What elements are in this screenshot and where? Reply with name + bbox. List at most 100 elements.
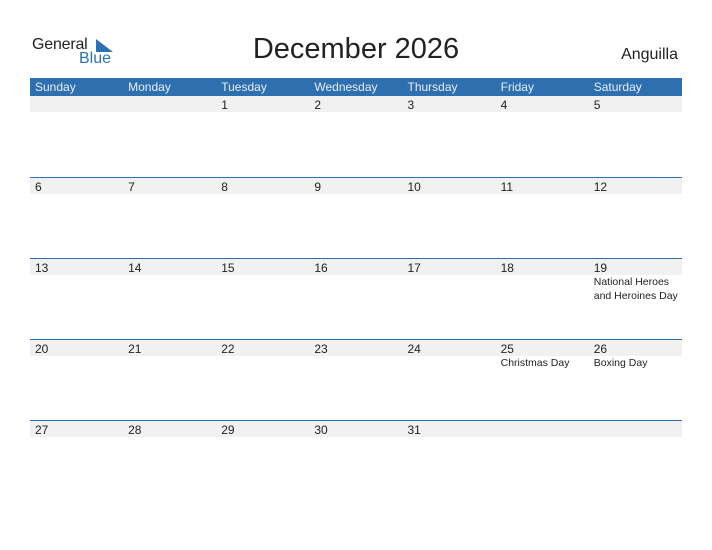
day-number: 6 — [35, 180, 42, 194]
holiday-label — [216, 437, 309, 438]
holiday-label — [30, 275, 123, 303]
holiday-label — [123, 356, 216, 371]
day-number: 2 — [314, 98, 322, 112]
weekday-monday: Monday — [128, 80, 171, 94]
holiday-label — [403, 112, 496, 113]
day-number: 10 — [407, 180, 421, 194]
day-number: 17 — [407, 261, 421, 275]
day-number: 3 — [407, 98, 415, 112]
day-number: 14 — [128, 261, 142, 275]
week-row: 6 7 8 9 10 11 12 — [30, 177, 682, 258]
holiday-label — [589, 112, 682, 113]
day-cell: 10 — [403, 178, 496, 194]
week-row: 27 28 29 30 31 — [30, 420, 682, 501]
day-cell: 30 — [309, 421, 402, 437]
weekday-header: Sunday Monday Tuesday Wednesday Thursday… — [30, 78, 682, 96]
day-cell: 8 — [216, 178, 309, 194]
day-number: 30 — [314, 423, 328, 437]
day-cell: 17 — [403, 259, 496, 275]
day-cell — [30, 96, 123, 112]
holiday-label — [403, 194, 496, 195]
week-row: 1 2 3 4 5 — [30, 96, 682, 177]
day-number: 27 — [35, 423, 49, 437]
day-cell: 25 — [496, 340, 589, 356]
weekday-saturday: Saturday — [593, 80, 642, 94]
day-cell: 1 — [216, 96, 309, 112]
day-cell: 20 — [30, 340, 123, 356]
day-number: 31 — [407, 423, 421, 437]
holiday-label — [123, 437, 216, 438]
holiday-label — [496, 112, 589, 113]
day-cell: 13 — [30, 259, 123, 275]
day-cell — [589, 421, 682, 437]
day-number: 18 — [500, 261, 514, 275]
holiday-label — [309, 437, 402, 438]
holiday-label — [589, 437, 682, 438]
day-number: 26 — [593, 342, 608, 356]
holiday-label — [309, 112, 402, 113]
day-number: 28 — [128, 423, 142, 437]
holiday-label — [403, 275, 496, 303]
events-row — [30, 112, 682, 113]
holiday-label — [30, 437, 123, 438]
date-strip: 13 14 15 16 17 18 19 — [30, 259, 682, 275]
day-cell: 14 — [123, 259, 216, 275]
weekday-friday: Friday — [500, 80, 534, 94]
holiday-label — [309, 194, 402, 195]
country-label: Anguilla — [621, 46, 678, 63]
day-number: 9 — [314, 180, 322, 194]
holiday-label — [309, 275, 402, 303]
day-number: 23 — [314, 342, 328, 356]
day-cell: 28 — [123, 421, 216, 437]
day-cell: 2 — [309, 96, 402, 112]
date-strip: 20 21 22 23 24 25 26 — [30, 340, 682, 356]
day-cell: 22 — [216, 340, 309, 356]
day-cell: 3 — [403, 96, 496, 112]
holiday-label: Boxing Day — [593, 357, 648, 369]
holiday-label — [309, 356, 402, 371]
holiday-label — [123, 194, 216, 195]
holiday-label: National Heroes and Heroines Day — [593, 276, 678, 302]
day-cell: 7 — [123, 178, 216, 194]
holiday-label — [30, 356, 123, 371]
week-row: 20 21 22 23 24 25 26 Christmas Day Boxing Day — [30, 339, 682, 420]
day-cell: 9 — [309, 178, 402, 194]
weekday-thursday: Thursday — [407, 80, 458, 94]
calendar-grid: Sunday Monday Tuesday Wednesday Thursday… — [30, 78, 682, 501]
day-number: 4 — [500, 98, 508, 112]
holiday-label — [30, 194, 123, 195]
day-number: 29 — [221, 423, 235, 437]
day-cell: 11 — [496, 178, 589, 194]
day-cell: 23 — [309, 340, 402, 356]
holiday-label — [216, 194, 309, 195]
day-number: 8 — [221, 180, 228, 194]
day-number: 24 — [407, 342, 421, 356]
weekday-tuesday: Tuesday — [221, 80, 267, 94]
day-number: 20 — [35, 342, 49, 356]
events-row: National Heroes and Heroines Day — [30, 275, 682, 303]
day-cell: 19 — [589, 259, 682, 275]
day-cell — [123, 96, 216, 112]
holiday-label — [123, 275, 216, 303]
day-cell: 15 — [216, 259, 309, 275]
day-number: 7 — [128, 180, 135, 194]
day-cell: 16 — [309, 259, 402, 275]
holiday-label — [403, 437, 496, 438]
holiday-label — [30, 112, 123, 113]
holiday-label — [216, 112, 309, 113]
holiday-label — [589, 194, 682, 195]
day-cell: 6 — [30, 178, 123, 194]
day-number: 19 — [593, 261, 608, 275]
day-number: 12 — [593, 180, 608, 194]
holiday-label — [403, 356, 496, 371]
day-number: 15 — [221, 261, 235, 275]
date-strip: 27 28 29 30 31 — [30, 421, 682, 437]
day-cell: 31 — [403, 421, 496, 437]
day-number: 21 — [128, 342, 142, 356]
holiday-label — [123, 112, 216, 113]
holiday-label — [496, 437, 589, 438]
day-cell: 4 — [496, 96, 589, 112]
day-number: 11 — [500, 180, 514, 194]
calendar-title: December 2026 — [252, 33, 460, 65]
holiday-label: Christmas Day — [500, 357, 570, 369]
